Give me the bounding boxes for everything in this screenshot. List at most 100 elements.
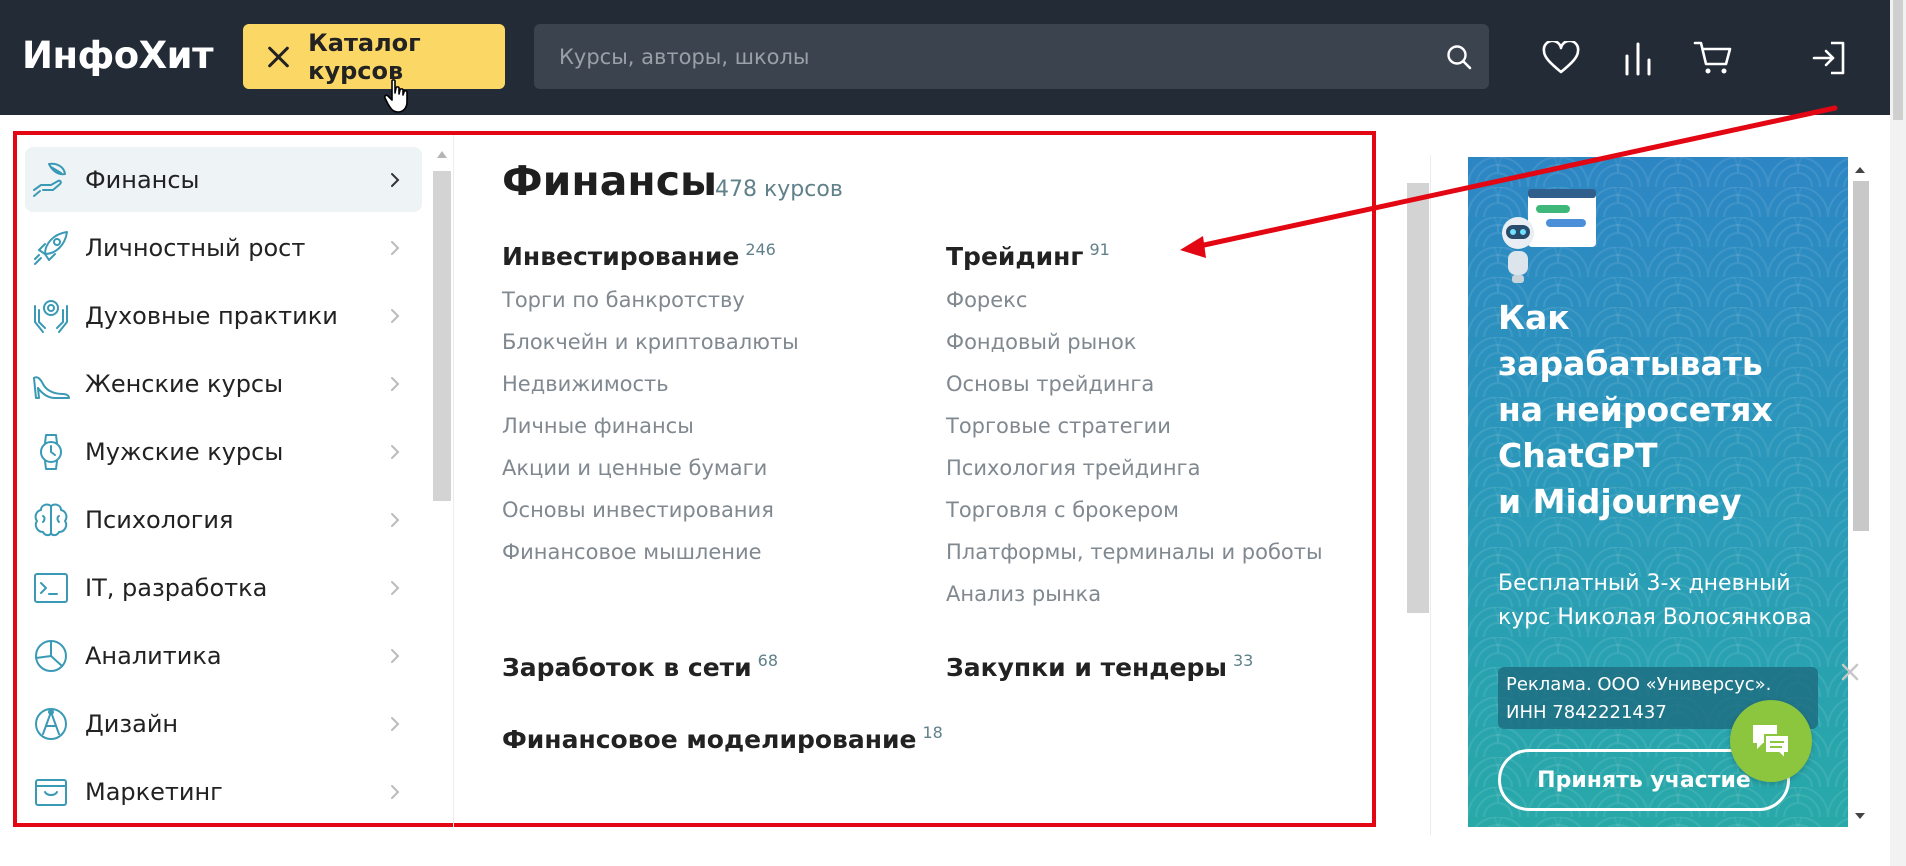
subcategory-title: Закупки и тендеры bbox=[946, 653, 1227, 682]
chevron-right-icon bbox=[382, 303, 408, 329]
category-label: IT, разработка bbox=[85, 573, 268, 602]
login-icon[interactable] bbox=[1806, 35, 1852, 81]
subcategory-online-earnings[interactable]: Заработок в сети 68 bbox=[502, 651, 778, 682]
topic-link[interactable]: Форекс bbox=[946, 288, 1027, 312]
content-scrollbar[interactable] bbox=[1407, 163, 1429, 613]
topic-link[interactable]: Торговые стратегии bbox=[946, 414, 1171, 438]
topic-link[interactable]: Блокчейн и криптовалюты bbox=[502, 330, 799, 354]
category-title: Финансы bbox=[502, 157, 718, 205]
ad-title-line: зарабатывать bbox=[1498, 344, 1763, 383]
topic-link[interactable]: Финансовое мышление bbox=[502, 540, 762, 564]
topic-link[interactable]: Торги по банкротству bbox=[502, 288, 745, 312]
catalog-button[interactable]: Каталог курсов bbox=[243, 24, 505, 89]
ad-title: Как зарабатывать на нейросетях ChatGPT и… bbox=[1498, 295, 1838, 525]
topic-link[interactable]: Психология трейдинга bbox=[946, 456, 1200, 480]
favorites-heart-icon[interactable] bbox=[1538, 35, 1584, 81]
page-scrollbar[interactable] bbox=[1890, 0, 1906, 866]
site-logo[interactable]: ИнфоХит bbox=[22, 34, 214, 77]
category-label: Женские курсы bbox=[85, 369, 284, 398]
subcategory-count: 33 bbox=[1232, 651, 1254, 670]
category-item-women[interactable]: Женские курсы bbox=[25, 351, 422, 416]
category-label: Финансы bbox=[85, 165, 200, 194]
category-list-scrollbar[interactable] bbox=[433, 151, 451, 501]
category-item-spiritual[interactable]: Духовные практики bbox=[25, 283, 422, 348]
chevron-right-icon bbox=[382, 643, 408, 669]
topic-link[interactable]: Недвижимость bbox=[502, 372, 669, 396]
category-label: Психология bbox=[85, 505, 234, 534]
search-input[interactable] bbox=[534, 44, 1429, 69]
chevron-right-icon bbox=[382, 439, 408, 465]
topic-link[interactable]: Акции и ценные бумаги bbox=[502, 456, 767, 480]
topic-link[interactable]: Анализ рынка bbox=[946, 582, 1101, 606]
topic-link[interactable]: Фондовый рынок bbox=[946, 330, 1136, 354]
catalog-button-label: Каталог курсов bbox=[308, 28, 421, 85]
subcategory-title: Финансовое моделирование bbox=[502, 725, 917, 754]
ad-subtitle-line: Бесплатный 3-х дневный bbox=[1498, 571, 1791, 596]
scrollbar-thumb[interactable] bbox=[433, 171, 451, 501]
subcategory-count: 18 bbox=[922, 723, 943, 742]
chevron-right-icon bbox=[382, 711, 408, 737]
scrollbar-thumb[interactable] bbox=[1893, 0, 1903, 120]
chevron-right-icon bbox=[382, 235, 408, 261]
category-label: Маркетинг bbox=[85, 777, 223, 806]
ad-title-line: и Midjourney bbox=[1498, 482, 1742, 521]
catalog-dropdown-panel: Финансы Личностный рост Духовные практик… bbox=[13, 131, 1376, 827]
subcategory-financial-modeling[interactable]: Финансовое моделирование 18 bbox=[502, 723, 943, 754]
category-item-marketing[interactable]: Маркетинг bbox=[25, 759, 422, 824]
chevron-right-icon bbox=[382, 575, 408, 601]
subcategory-count: 68 bbox=[757, 651, 779, 670]
category-item-finance[interactable]: Финансы bbox=[25, 147, 422, 212]
scroll-arrows-icon bbox=[1855, 167, 1865, 819]
category-course-count: 478 курсов bbox=[715, 177, 843, 202]
subcategory-count: 246 bbox=[745, 240, 776, 259]
subcategory-count: 91 bbox=[1089, 240, 1110, 259]
search-icon[interactable] bbox=[1429, 24, 1489, 89]
close-icon bbox=[263, 41, 292, 73]
chatbot-illustration-icon bbox=[1498, 187, 1598, 287]
chevron-right-icon bbox=[382, 507, 408, 533]
spiritual-hands-icon bbox=[29, 294, 73, 338]
ad-close-icon[interactable] bbox=[1838, 660, 1862, 684]
panel-divider bbox=[1430, 155, 1431, 835]
category-item-personal-growth[interactable]: Личностный рост bbox=[25, 215, 422, 280]
subcategory-procurement[interactable]: Закупки и тендеры 33 bbox=[946, 651, 1253, 682]
chat-button[interactable] bbox=[1730, 700, 1812, 782]
ad-subtitle: Бесплатный 3-х дневный курс Николая Воло… bbox=[1498, 567, 1838, 635]
category-item-it[interactable]: IT, разработка bbox=[25, 555, 422, 620]
design-icon bbox=[29, 702, 73, 746]
category-item-analytics[interactable]: Аналитика bbox=[25, 623, 422, 688]
subcategory-title: Трейдинг bbox=[946, 242, 1084, 271]
ad-subtitle-line: курс Николая Волосянкова bbox=[1498, 605, 1812, 630]
topic-link[interactable]: Основы трейдинга bbox=[946, 372, 1154, 396]
chevron-right-icon bbox=[382, 779, 408, 805]
box-icon bbox=[29, 770, 73, 814]
topic-link[interactable]: Платформы, терминалы и роботы bbox=[946, 540, 1323, 564]
subcategory-title: Инвестирование bbox=[502, 242, 740, 271]
category-label: Дизайн bbox=[85, 709, 179, 738]
compare-bars-icon[interactable] bbox=[1615, 35, 1661, 81]
terminal-icon bbox=[29, 566, 73, 610]
category-item-men[interactable]: Мужские курсы bbox=[25, 419, 422, 484]
high-heel-icon bbox=[29, 362, 73, 406]
panel-divider bbox=[453, 135, 454, 827]
ad-title-line: Как bbox=[1498, 298, 1570, 337]
category-label: Личностный рост bbox=[85, 233, 306, 262]
category-label: Мужские курсы bbox=[85, 437, 284, 466]
subcategory-trading[interactable]: Трейдинг 91 bbox=[946, 240, 1110, 271]
topic-link[interactable]: Основы инвестирования bbox=[502, 498, 774, 522]
scroll-up-arrow-icon[interactable] bbox=[437, 151, 447, 158]
top-bar: ИнфоХит Каталог курсов bbox=[0, 0, 1906, 115]
cart-icon[interactable] bbox=[1690, 35, 1736, 81]
subcategory-title: Заработок в сети bbox=[502, 653, 752, 682]
subcategory-investing[interactable]: Инвестирование 246 bbox=[502, 240, 776, 271]
scrollbar-thumb[interactable] bbox=[1407, 183, 1429, 613]
mouse-pointer-hand-icon bbox=[383, 78, 413, 114]
topic-link[interactable]: Личные финансы bbox=[502, 414, 694, 438]
topic-link[interactable]: Торговля с брокером bbox=[946, 498, 1179, 522]
ad-scrollbar[interactable] bbox=[1849, 157, 1871, 827]
category-item-psychology[interactable]: Психология bbox=[25, 487, 422, 552]
chevron-right-icon bbox=[382, 371, 408, 397]
pie-chart-icon bbox=[29, 634, 73, 678]
watch-icon bbox=[29, 430, 73, 474]
category-item-design[interactable]: Дизайн bbox=[25, 691, 422, 756]
